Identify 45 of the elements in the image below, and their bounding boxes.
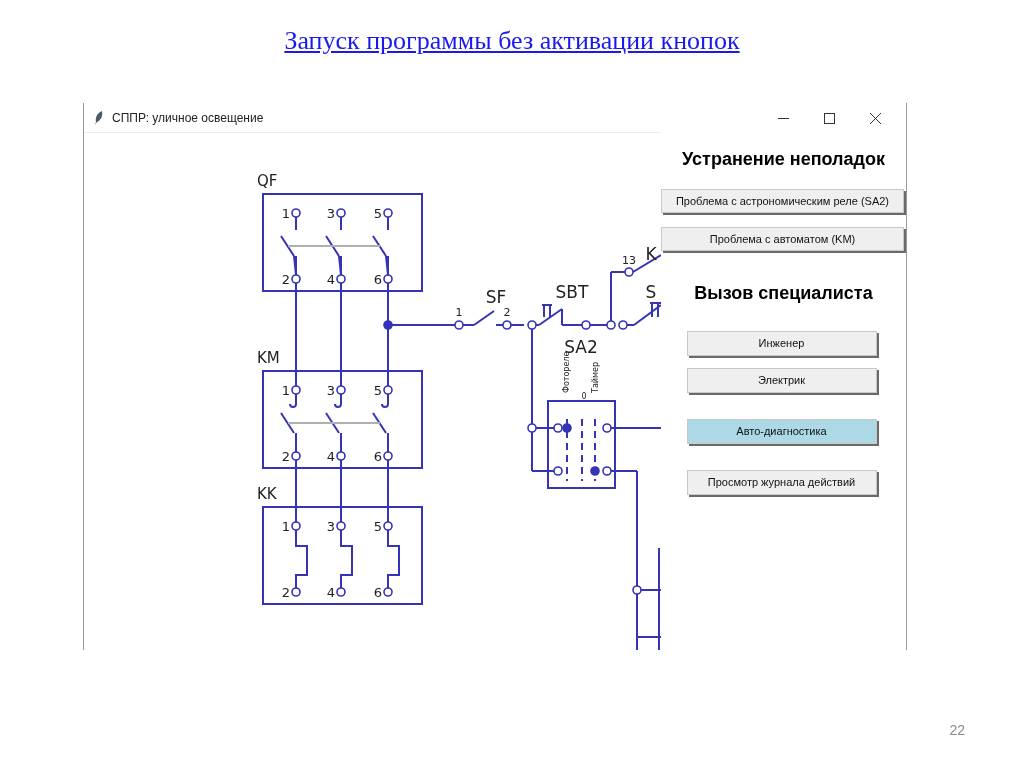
terminal-number: 5	[373, 383, 382, 398]
terminal-number: 3	[326, 519, 335, 534]
terminal-number: 4	[326, 449, 335, 464]
terminal-number: 1	[281, 206, 290, 221]
position-label: Фотореле	[562, 351, 571, 393]
slide-number: 22	[949, 721, 965, 740]
wire-label: SBT	[555, 282, 589, 302]
wire-label: 1	[455, 306, 463, 319]
terminal-number: 3	[326, 206, 335, 221]
terminal-number: 2	[281, 449, 290, 464]
block-label: QF	[257, 172, 278, 190]
terminal-number: 4	[326, 585, 335, 600]
wire-label: S	[645, 282, 657, 302]
terminal-number: 6	[373, 272, 382, 287]
terminal-number: 5	[373, 206, 382, 221]
terminal-number: 3	[326, 383, 335, 398]
window-title: СППР: уличное освещение	[112, 109, 264, 127]
panel-button[interactable]: Электрик	[686, 368, 877, 393]
terminal-number: 6	[373, 449, 382, 464]
wire-label: 13	[622, 254, 636, 267]
section-heading: Устранение неполадок	[682, 148, 885, 171]
terminal-number: 1	[281, 383, 290, 398]
terminal-number: 2	[281, 272, 290, 287]
panel-button[interactable]: Просмотр журнала действий	[686, 470, 877, 495]
block-label: KK	[257, 485, 277, 503]
wire-label: K	[645, 244, 657, 264]
maximize-icon	[823, 112, 835, 124]
terminal-number: 1	[281, 519, 290, 534]
block-label: KM	[257, 349, 280, 367]
position-label: Таймер	[591, 361, 600, 393]
terminal-number: 5	[373, 519, 382, 534]
highlighted-button[interactable]: Авто-диагностика	[686, 419, 877, 444]
panel-button[interactable]: Инженер	[686, 331, 877, 356]
close-icon	[869, 112, 881, 124]
terminal-number: 6	[373, 585, 382, 600]
panel-button[interactable]: Проблема с астрономическим реле (SA2)	[661, 189, 904, 213]
terminal-number: 4	[326, 272, 335, 287]
position-label: 0	[581, 392, 587, 401]
section-heading: Вызов специалиста	[694, 282, 873, 305]
feather-icon	[94, 110, 104, 125]
panel-button[interactable]: Проблема с автоматом (KM)	[661, 227, 904, 251]
terminal-number: 2	[281, 585, 290, 600]
slide-title-link[interactable]: Запуск программы без активации кнопок	[284, 24, 740, 82]
wire-label: SF	[485, 287, 507, 307]
wire-label: 2	[503, 306, 511, 319]
